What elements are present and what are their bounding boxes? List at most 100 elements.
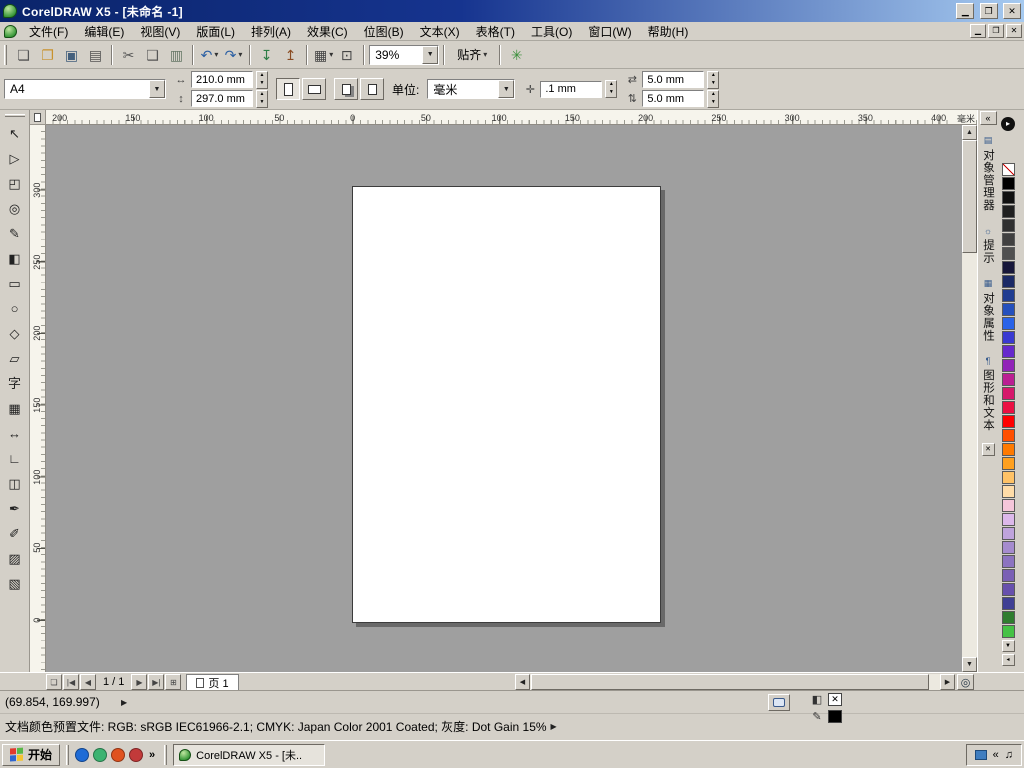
duplicate-x-spinner[interactable]: ▲ ▼ [707,70,720,89]
palette-color-swatch[interactable] [1001,191,1015,204]
scroll-left-button[interactable]: ◀ [515,674,530,690]
menu-item[interactable]: 表格(T) [468,21,523,42]
palette-color-swatch[interactable] [1001,555,1015,568]
nudge-field[interactable]: .1 mm [540,80,603,98]
docker-close-button[interactable]: ✕ [981,443,995,456]
vertical-scroll-thumb[interactable] [962,140,977,253]
snap-menu-button[interactable]: 贴齐 ▾ [449,43,495,66]
minimize-button[interactable]: ▁ [956,3,975,19]
close-button[interactable]: ✕ [1003,3,1021,19]
welcome-screen-button[interactable]: ⊡ [336,43,359,66]
palette-color-swatch[interactable] [1001,289,1015,302]
palette-color-swatch[interactable] [1001,625,1015,638]
redo-button[interactable]: ↷ ▾ [222,43,245,66]
palette-flyout-button[interactable]: ◂ [1001,654,1015,666]
vertical-scroll-track[interactable] [962,140,977,657]
landscape-button[interactable] [302,78,326,100]
crop-tool[interactable]: ◰ [2,171,28,196]
document-minimize-button[interactable]: ▁ [970,24,986,38]
smart-fill-tool[interactable]: ◧ [2,246,28,271]
docker-tab-graphic-text[interactable]: ¶ 图形和文本 [980,356,996,432]
menu-item[interactable]: 排列(A) [243,21,299,42]
docker-tab-object-manager[interactable]: ▤ 对象管理器 [980,135,996,212]
toolbar-grip[interactable] [4,44,7,65]
palette-color-swatch[interactable] [1001,303,1015,316]
vertical-ruler[interactable]: 300 250 200 150 100 50 0 [30,125,46,672]
outline-pen-tool[interactable]: ✐ [2,521,28,546]
palette-color-swatch[interactable] [1001,219,1015,232]
menu-item[interactable]: 视图(V) [132,21,188,42]
palette-color-swatch[interactable] [1001,205,1015,218]
paper-height-spinner[interactable]: ▲ ▼ [256,89,268,108]
units-dropdown-arrow-icon[interactable]: ▼ [498,80,515,98]
units-combobox[interactable]: 毫米 ▼ [427,79,516,99]
palette-color-swatch[interactable] [1001,177,1015,190]
apply-to-current-page-button[interactable] [360,78,384,100]
palette-color-swatch[interactable] [1001,429,1015,442]
quick-launch-browser-icon[interactable] [75,747,90,762]
page-tab[interactable]: 页 1 [186,673,239,691]
page-size-preset-combobox[interactable]: A4 ▼ [4,79,166,99]
palette-color-swatch[interactable] [1001,415,1015,428]
palette-color-swatch[interactable] [1001,331,1015,344]
table-tool[interactable]: ▦ [2,396,28,421]
scroll-right-button[interactable]: ▶ [940,674,955,690]
menu-item[interactable]: 位图(B) [356,21,412,42]
duplicate-y-spinner[interactable]: ▲ ▼ [707,89,720,108]
export-button[interactable]: ↥ [279,43,302,66]
blend-tool[interactable]: ◫ [2,471,28,496]
palette-color-swatch[interactable] [1001,401,1015,414]
profile-expand-button[interactable]: ▶ [547,722,561,731]
paste-button[interactable]: ▥ [165,43,188,66]
palette-color-swatch[interactable] [1001,233,1015,246]
menu-item[interactable]: 版面(L) [188,21,243,42]
text-tool[interactable]: 字 [2,371,28,396]
nudge-spinner[interactable]: ▲ ▼ [605,80,618,98]
menu-item[interactable]: 效果(C) [299,21,356,42]
palette-color-swatch[interactable] [1001,611,1015,624]
scroll-up-button[interactable]: ▲ [962,125,977,140]
tray-display-icon[interactable] [974,749,987,760]
quick-launch-overflow-button[interactable]: » [146,749,158,761]
menu-item[interactable]: 窗口(W) [580,21,639,42]
undo-button[interactable]: ↶ ▾ [198,43,221,66]
fill-color-swatch[interactable]: ✕ [828,693,842,706]
quick-launch-mail-icon[interactable] [129,747,144,762]
palette-color-swatch[interactable] [1001,317,1015,330]
color-proof-button[interactable] [768,694,790,711]
apply-to-all-pages-button[interactable] [334,78,358,100]
save-button[interactable]: ▣ [60,43,83,66]
palette-color-swatch[interactable] [1001,275,1015,288]
document-close-button[interactable]: ✕ [1006,24,1022,38]
import-button[interactable]: ↧ [255,43,278,66]
connector-tool[interactable]: ∟ [2,446,28,471]
freehand-tool[interactable]: ✎ [2,221,28,246]
preset-dropdown-arrow-icon[interactable]: ▼ [149,80,165,98]
palette-color-swatch[interactable] [1001,373,1015,386]
horizontal-scroll-track[interactable] [530,674,940,690]
interactive-fill-tool[interactable]: ▧ [2,571,28,596]
palette-scroll-down-button[interactable]: ▼ [1001,640,1015,652]
palette-color-swatch[interactable] [1001,457,1015,470]
add-page-button[interactable]: ⊞ [165,674,182,690]
open-button[interactable]: ❐ [36,43,59,66]
pick-tool[interactable]: ↖ [2,121,28,146]
palette-color-swatch[interactable] [1001,387,1015,400]
ellipse-tool[interactable]: ○ [2,296,28,321]
palette-color-swatch[interactable] [1001,527,1015,540]
duplicate-y-field[interactable]: 5.0 mm [642,90,705,107]
palette-color-swatch[interactable] [1001,499,1015,512]
paper-height-field[interactable]: 297.0 mm [191,90,253,107]
polygon-tool[interactable]: ◇ [2,321,28,346]
next-page-button[interactable]: ▶ [131,674,148,690]
palette-color-swatch[interactable] [1001,541,1015,554]
color-eyedropper-tool[interactable]: ✒ [2,496,28,521]
menu-item[interactable]: 文件(F) [21,21,76,42]
menu-item[interactable]: 工具(O) [523,21,580,42]
restore-button[interactable]: ❐ [979,3,998,19]
first-page-button[interactable]: |◀ [63,674,79,690]
zoom-tool[interactable]: ◎ [2,196,28,221]
horizontal-scroll-thumb[interactable] [531,674,929,690]
cut-button[interactable]: ✂ [117,43,140,66]
drawing-canvas[interactable] [46,125,962,672]
